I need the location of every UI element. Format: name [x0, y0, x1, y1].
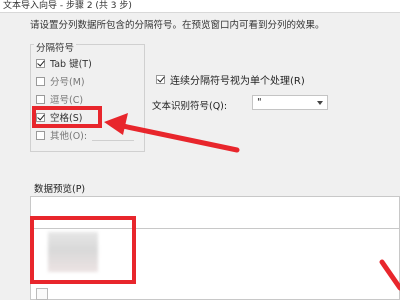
red-arrow-fragment — [379, 259, 400, 291]
red-arrow-icon — [104, 113, 240, 153]
annotation-arrows — [104, 113, 400, 291]
